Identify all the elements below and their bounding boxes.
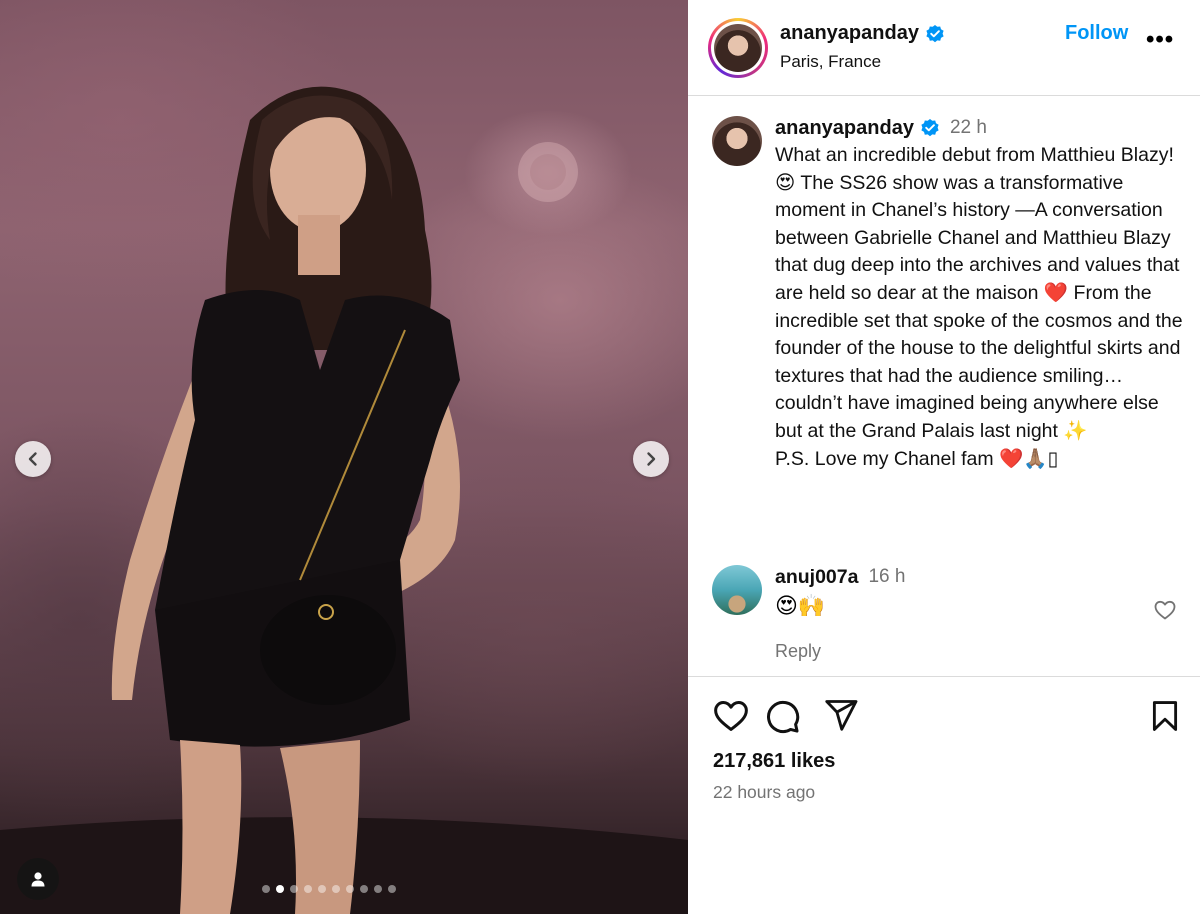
carousel-dot — [332, 885, 340, 893]
author-username[interactable]: ananyapanday — [780, 22, 919, 45]
carousel-dot — [346, 885, 354, 893]
carousel-dot — [304, 885, 312, 893]
like-comment-heart-icon[interactable] — [1153, 598, 1177, 622]
next-slide-button[interactable] — [633, 441, 669, 477]
post-actions — [712, 697, 1182, 737]
post-sidebar: ananyapanday Paris, France Follow ••• an… — [688, 0, 1200, 914]
caption-avatar[interactable] — [712, 116, 762, 166]
commenter-avatar[interactable] — [712, 565, 762, 615]
comment-icon[interactable] — [763, 697, 801, 735]
bookmark-icon[interactable] — [1148, 697, 1182, 735]
carousel-dot — [374, 885, 382, 893]
more-options-button[interactable]: ••• — [1146, 28, 1174, 52]
user-tag-icon — [31, 872, 45, 887]
photo-illustration — [0, 86, 688, 914]
caption-timestamp[interactable]: 22 h — [950, 117, 987, 139]
comment-item: anuj007a 16 h 😍🙌 Reply — [712, 565, 1182, 665]
chevron-left-icon — [28, 452, 37, 466]
more-icon: ••• — [1146, 26, 1175, 53]
carousel-dot — [318, 885, 326, 893]
carousel-dot — [388, 885, 396, 893]
comment-timestamp[interactable]: 16 h — [868, 566, 905, 588]
story-ring[interactable] — [708, 18, 768, 78]
previous-slide-button[interactable] — [15, 441, 51, 477]
comment-text: 😍🙌 — [775, 593, 826, 618]
follow-button[interactable]: Follow — [1065, 22, 1128, 45]
post-header: ananyapanday Paris, France Follow ••• — [688, 0, 1200, 96]
carousel-dot — [276, 885, 284, 893]
share-icon[interactable] — [823, 697, 859, 733]
carousel-indicator — [262, 885, 396, 893]
tagged-users-button[interactable] — [17, 858, 59, 900]
likes-count[interactable]: 217,861 likes — [713, 750, 835, 773]
avatar[interactable] — [714, 24, 762, 72]
carousel-dot — [290, 885, 298, 893]
verified-badge-icon — [921, 119, 939, 137]
verified-badge-icon — [926, 24, 944, 42]
heart-icon[interactable] — [712, 697, 750, 735]
caption-username[interactable]: ananyapanday — [775, 117, 914, 140]
post-timestamp[interactable]: 22 hours ago — [713, 782, 815, 803]
reply-button[interactable]: Reply — [775, 641, 905, 662]
chevron-right-icon — [647, 452, 656, 466]
commenter-username[interactable]: anuj007a — [775, 566, 858, 589]
post-location[interactable]: Paris, France — [780, 52, 881, 72]
post-image — [0, 0, 688, 914]
carousel-dot — [262, 885, 270, 893]
caption-text: What an incredible debut from Matthieu B… — [775, 144, 1183, 470]
divider — [688, 676, 1200, 677]
carousel-dot — [360, 885, 368, 893]
